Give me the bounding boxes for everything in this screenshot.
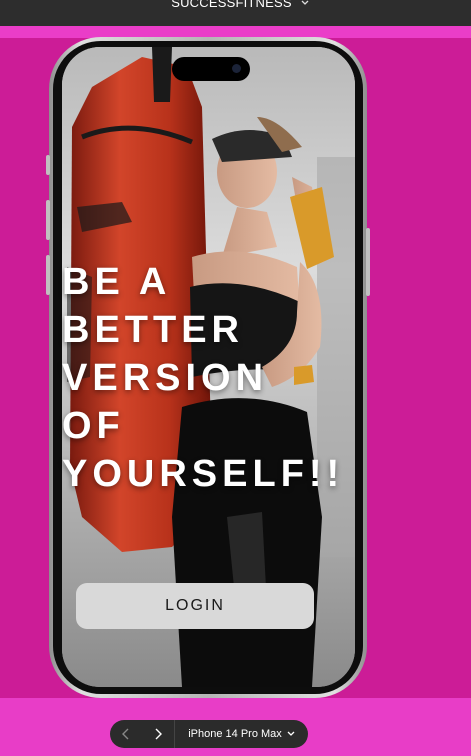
headline-line: VERSION	[62, 357, 269, 399]
caret-down-icon	[287, 731, 295, 736]
device-toolbar: iPhone 14 Pro Max	[110, 720, 308, 748]
forward-arrow-icon	[155, 728, 162, 740]
headline-line: YOURSELF!!	[62, 453, 345, 495]
headline-line: BE A	[62, 261, 172, 303]
chevron-down-icon	[301, 0, 309, 5]
back-button[interactable]	[110, 720, 142, 748]
project-title: SUCCESSFITNESS	[171, 0, 292, 10]
headline-line: BETTER	[62, 309, 244, 351]
device-selector[interactable]: iPhone 14 Pro Max	[175, 728, 308, 740]
dynamic-island	[172, 57, 250, 81]
top-bar: SUCCESSFITNESS	[0, 0, 471, 26]
headline-line: OF	[62, 405, 125, 447]
device-name: iPhone 14 Pro Max	[188, 728, 282, 740]
forward-button[interactable]	[142, 720, 174, 748]
front-camera	[232, 64, 241, 73]
project-selector[interactable]: SUCCESSFITNESS	[171, 0, 310, 10]
back-arrow-icon	[122, 728, 129, 740]
action-button	[46, 155, 50, 175]
power-button	[366, 228, 370, 296]
hero-headline: BE A BETTER VERSION OF YOURSELF!!	[62, 258, 362, 498]
login-button[interactable]: LOGIN	[76, 583, 314, 629]
volume-up-button	[46, 200, 50, 240]
volume-down-button	[46, 255, 50, 295]
